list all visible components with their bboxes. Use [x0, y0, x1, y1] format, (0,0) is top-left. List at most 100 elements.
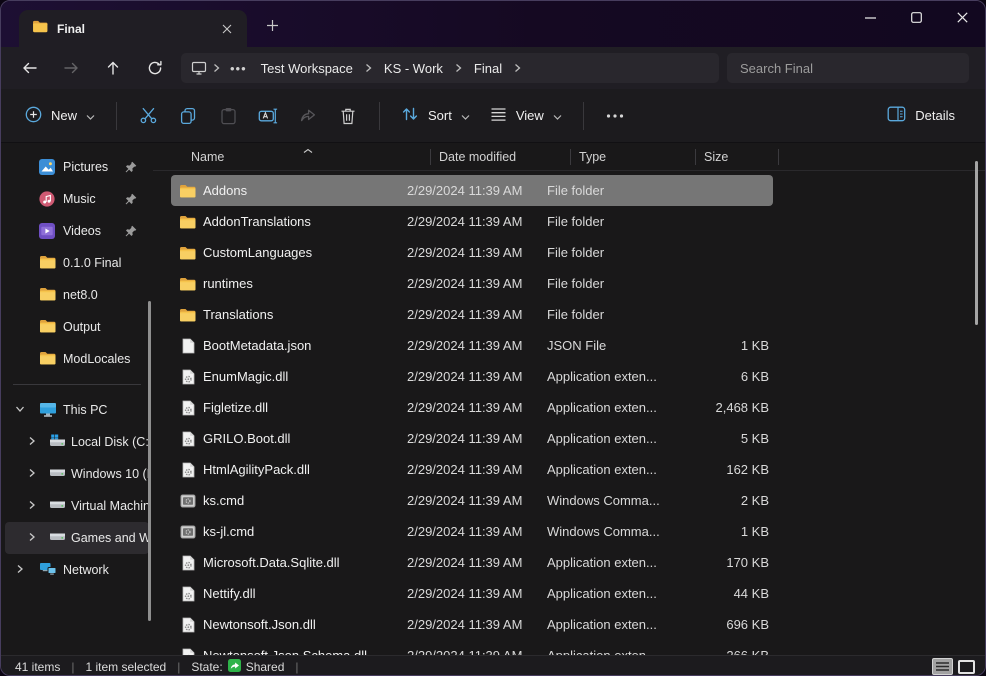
chevron-right-icon[interactable]: [27, 436, 37, 446]
sidebar-item-windows-10-d[interactable]: Windows 10 (D: [5, 458, 149, 490]
minimize-button[interactable]: [847, 1, 893, 34]
new-tab-button[interactable]: [259, 12, 285, 38]
chevron-down-icon[interactable]: [15, 404, 25, 414]
file-row-runtimes[interactable]: runtimes2/29/2024 11:39 AMFile folder: [171, 268, 773, 299]
file-row-translations[interactable]: Translations2/29/2024 11:39 AMFile folde…: [171, 299, 773, 330]
file-name-cell: Addons: [171, 183, 407, 198]
file-date: 2/29/2024 11:39 AM: [407, 617, 547, 632]
file-row-bootmetadata-json[interactable]: BootMetadata.json2/29/2024 11:39 AMJSON …: [171, 330, 773, 361]
breadcrumb-ks-work[interactable]: KS - Work: [376, 58, 451, 79]
sidebar-item-modlocales[interactable]: ModLocales: [5, 343, 149, 375]
sidebar-item-virtual-machin[interactable]: Virtual Machin: [5, 490, 149, 522]
new-button[interactable]: New: [15, 98, 105, 134]
sidebar-item-label: Output: [63, 320, 101, 334]
file-row-newtonsoft-json-schema-dll[interactable]: Newtonsoft.Json.Schema.dll2/29/2024 11:3…: [171, 640, 773, 655]
chevron-right-icon[interactable]: [27, 468, 37, 478]
file-row-addontranslations[interactable]: AddonTranslations2/29/2024 11:39 AMFile …: [171, 206, 773, 237]
close-button[interactable]: [939, 1, 985, 34]
sidebar-item-net8-0[interactable]: net8.0: [5, 279, 149, 311]
json-file-icon: [179, 338, 196, 354]
file-row-figletize-dll[interactable]: Figletize.dll2/29/2024 11:39 AMApplicati…: [171, 392, 773, 423]
chevron-right-icon[interactable]: [27, 500, 37, 510]
paste-button[interactable]: [208, 98, 248, 134]
view-button[interactable]: View: [480, 99, 572, 133]
file-row-customlanguages[interactable]: CustomLanguages2/29/2024 11:39 AMFile fo…: [171, 237, 773, 268]
icons-view-toggle[interactable]: [958, 660, 975, 674]
sort-button-label: Sort: [428, 108, 452, 123]
more-button[interactable]: [595, 98, 635, 134]
file-row-enummagic-dll[interactable]: EnumMagic.dll2/29/2024 11:39 AMApplicati…: [171, 361, 773, 392]
file-name-cell: AddonTranslations: [171, 214, 407, 229]
file-row-microsoft-data-sqlite-dll[interactable]: Microsoft.Data.Sqlite.dll2/29/2024 11:39…: [171, 547, 773, 578]
file-row-ks-cmd[interactable]: ks.cmd2/29/2024 11:39 AMWindows Comma...…: [171, 485, 773, 516]
dll-file-icon: [179, 555, 196, 571]
sidebar-item-label: Local Disk (C:): [71, 435, 151, 449]
drive-icon: [49, 530, 66, 542]
column-header-name[interactable]: Name: [153, 143, 431, 170]
maximize-button[interactable]: [893, 1, 939, 34]
file-size: 1 KB: [677, 524, 773, 539]
file-row-htmlagilitypack-dll[interactable]: HtmlAgilityPack.dll2/29/2024 11:39 AMApp…: [171, 454, 773, 485]
file-name-cell: EnumMagic.dll: [171, 369, 407, 385]
sidebar-item-network[interactable]: Network: [5, 554, 149, 586]
breadcrumb-overflow-button[interactable]: •••: [224, 61, 253, 76]
file-name-cell: Microsoft.Data.Sqlite.dll: [171, 555, 407, 571]
state-value: Shared: [246, 660, 285, 674]
column-header-type[interactable]: Type: [571, 143, 696, 170]
cmd-file-icon: [179, 494, 196, 508]
search-box[interactable]: [727, 53, 969, 83]
this-pc-icon[interactable]: [191, 61, 207, 75]
column-header-size[interactable]: Size: [696, 143, 779, 170]
file-date: 2/29/2024 11:39 AM: [407, 555, 547, 570]
delete-button[interactable]: [328, 98, 368, 134]
chevron-right-icon[interactable]: [209, 63, 224, 73]
sidebar-item-music[interactable]: Music: [5, 183, 149, 215]
sort-button[interactable]: Sort: [391, 98, 480, 133]
toolbar-divider: [379, 102, 380, 130]
tab-final[interactable]: Final: [19, 10, 247, 47]
file-name-cell: GRILO.Boot.dll: [171, 431, 407, 447]
sidebar-item-videos[interactable]: Videos: [5, 215, 149, 247]
breadcrumb-final[interactable]: Final: [466, 58, 510, 79]
chevron-right-icon[interactable]: [510, 63, 525, 73]
chevron-right-icon[interactable]: [361, 63, 376, 73]
back-button[interactable]: [11, 52, 47, 84]
sidebar-item-pictures[interactable]: Pictures: [5, 151, 149, 183]
up-button[interactable]: [95, 52, 131, 84]
main-area: PicturesMusicVideos0.1.0 Final net8.0 Outp…: [1, 143, 985, 655]
file-rows: Addons2/29/2024 11:39 AMFile folderAddon…: [153, 173, 985, 655]
cut-button[interactable]: [128, 98, 168, 134]
details-pane-button[interactable]: Details: [877, 98, 965, 133]
copy-button[interactable]: [168, 98, 208, 134]
share-button[interactable]: [288, 98, 328, 134]
chevron-right-icon[interactable]: [15, 564, 25, 574]
file-row-nettify-dll[interactable]: Nettify.dll2/29/2024 11:39 AMApplication…: [171, 578, 773, 609]
sidebar-item-label: Network: [63, 563, 109, 577]
file-row-newtonsoft-json-dll[interactable]: Newtonsoft.Json.dll2/29/2024 11:39 AMApp…: [171, 609, 773, 640]
rename-button[interactable]: [248, 98, 288, 134]
sidebar-item-label: net8.0: [63, 288, 98, 302]
refresh-button[interactable]: [137, 52, 173, 84]
file-row-ks-jl-cmd[interactable]: ks-jl.cmd2/29/2024 11:39 AMWindows Comma…: [171, 516, 773, 547]
tab-close-icon[interactable]: [215, 17, 239, 41]
details-view-toggle[interactable]: [932, 658, 953, 675]
chevron-right-icon[interactable]: [451, 63, 466, 73]
forward-button[interactable]: [53, 52, 89, 84]
column-header-date-modified[interactable]: Date modified: [431, 143, 571, 170]
explorer-window: Final ••• Test Workspace KS - Work Final: [0, 0, 986, 676]
sidebar-item-output[interactable]: Output: [5, 311, 149, 343]
search-input[interactable]: [727, 60, 969, 77]
sidebar-item-local-disk-c[interactable]: Local Disk (C:): [5, 426, 149, 458]
file-name: GRILO.Boot.dll: [203, 431, 290, 446]
file-row-addons[interactable]: Addons2/29/2024 11:39 AMFile folder: [171, 175, 773, 206]
breadcrumb-test-workspace[interactable]: Test Workspace: [253, 58, 361, 79]
sidebar-item-games-and-wo[interactable]: Games and Wo: [5, 522, 149, 554]
pin-icon: [125, 225, 137, 237]
chevron-right-icon[interactable]: [27, 532, 37, 542]
file-row-grilo-boot-dll[interactable]: GRILO.Boot.dll2/29/2024 11:39 AMApplicat…: [171, 423, 773, 454]
file-list-scrollbar[interactable]: [975, 161, 978, 325]
sidebar-item-0-1-0-final[interactable]: 0.1.0 Final: [5, 247, 149, 279]
sidebar-scrollbar[interactable]: [148, 301, 151, 621]
sidebar-item-this-pc[interactable]: This PC: [5, 394, 149, 426]
file-date: 2/29/2024 11:39 AM: [407, 245, 547, 260]
